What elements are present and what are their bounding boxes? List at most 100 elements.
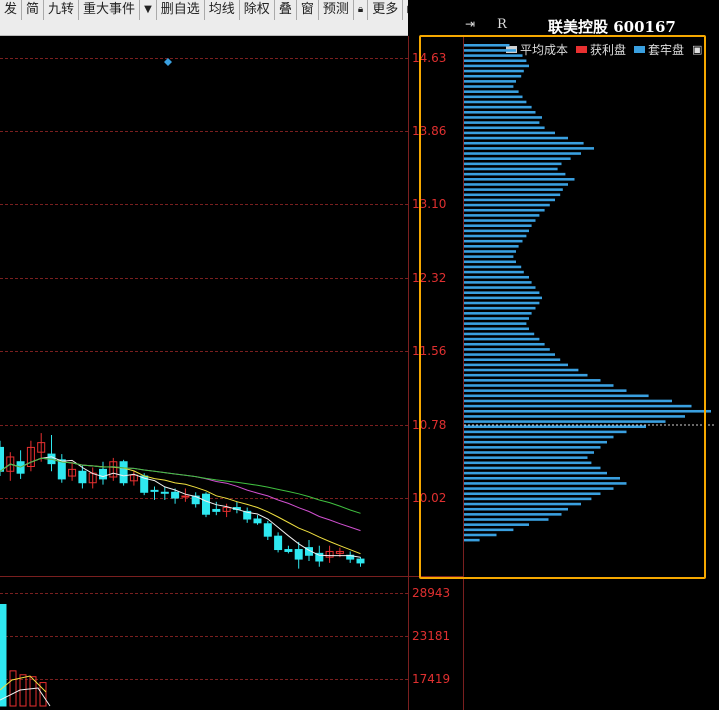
chip-bar — [464, 420, 666, 423]
chip-bar — [464, 456, 588, 459]
candle-body — [0, 446, 4, 472]
volume-ma-line — [0, 687, 51, 707]
chip-bar — [464, 368, 579, 372]
chip-bar — [464, 178, 575, 181]
chip-bar — [464, 85, 514, 88]
chip-bar — [464, 451, 594, 454]
chip-bar — [464, 507, 568, 511]
chip-bar — [464, 389, 627, 392]
chip-bar — [464, 162, 562, 166]
chip-bar — [464, 80, 516, 83]
chip-bar — [464, 229, 529, 233]
candle-body — [99, 468, 107, 480]
chip-bar — [464, 141, 584, 145]
candle-body — [274, 535, 283, 551]
candle-body — [284, 549, 293, 552]
chip-bar — [464, 59, 527, 63]
chip-bar — [464, 482, 627, 485]
chip-bar — [464, 404, 692, 408]
chip-bar — [464, 409, 711, 413]
chip-bar — [464, 533, 497, 537]
chip-bar — [464, 219, 536, 222]
chip-bar — [464, 64, 529, 68]
chip-bar — [464, 440, 607, 444]
chip-bar — [464, 492, 601, 496]
chip-bar — [464, 260, 516, 264]
chip-bar — [464, 172, 566, 176]
chip-bar — [464, 476, 620, 480]
chip-bar — [464, 415, 685, 418]
candle-body — [150, 489, 159, 492]
chip-bar — [464, 337, 540, 341]
chip-bar — [464, 111, 536, 114]
chip-bar — [464, 208, 545, 212]
chip-bar — [464, 425, 646, 429]
chip-bar — [464, 430, 627, 434]
chip-bar — [464, 105, 532, 109]
ma30-line — [0, 457, 361, 514]
chip-bar — [464, 358, 561, 362]
chip-bar — [464, 147, 594, 150]
chip-bar — [464, 461, 592, 465]
candle-body — [202, 493, 210, 515]
candle-body — [263, 523, 272, 537]
chip-bar — [464, 167, 558, 171]
chip-bar — [464, 312, 532, 315]
chip-bar — [464, 214, 540, 217]
chip-bar — [464, 296, 542, 300]
chip-bar — [464, 90, 519, 93]
chip-bar — [464, 203, 550, 207]
chip-bar — [464, 394, 649, 398]
chip-bar — [464, 100, 527, 104]
chip-bar — [464, 275, 529, 279]
ma10-line — [0, 457, 361, 555]
candle-body — [171, 491, 180, 499]
chip-bar — [464, 126, 545, 130]
candle-body — [119, 461, 128, 484]
chip-bar — [464, 245, 519, 248]
chip-bar — [464, 322, 527, 325]
volume-bar — [0, 603, 7, 707]
chip-bar — [464, 379, 601, 382]
chip-bar — [464, 74, 522, 78]
chip-bar — [464, 497, 592, 501]
chip-bar — [464, 399, 672, 403]
volume-bar — [39, 682, 47, 707]
chip-bar — [464, 44, 510, 47]
chip-bar — [464, 49, 516, 52]
chip-bar — [464, 234, 527, 238]
candle-body — [212, 508, 221, 512]
chip-bar — [464, 373, 588, 377]
volume-bar — [9, 670, 17, 707]
candle-body — [78, 470, 87, 484]
chip-bar — [464, 131, 555, 135]
candle-body — [253, 518, 262, 524]
chip-bar — [464, 157, 571, 160]
candle-body — [294, 549, 303, 560]
chip-bar — [464, 528, 514, 532]
chip-bar — [464, 183, 568, 186]
chip-bar — [464, 523, 529, 526]
chip-bar — [464, 286, 536, 289]
chip-bar — [464, 435, 614, 439]
chip-bar — [464, 265, 522, 269]
chip-bar — [464, 363, 568, 367]
chip-bar — [464, 538, 480, 542]
chip-bar — [464, 487, 614, 490]
chip-bar — [464, 270, 524, 274]
chip-bar — [464, 198, 555, 202]
chip-bar — [464, 136, 568, 140]
candle-body — [181, 495, 190, 498]
chip-bar — [464, 291, 540, 294]
chip-bar — [464, 301, 540, 305]
chip-bar — [464, 224, 532, 227]
chip-bar — [464, 518, 549, 521]
chip-bar — [464, 317, 529, 320]
chip-bar — [464, 342, 545, 346]
ma5-line — [0, 456, 361, 558]
chip-bar — [464, 152, 581, 155]
chip-bar — [464, 353, 555, 356]
chip-bar — [464, 250, 516, 253]
chip-bar — [464, 69, 524, 73]
chip-bar — [464, 116, 542, 119]
